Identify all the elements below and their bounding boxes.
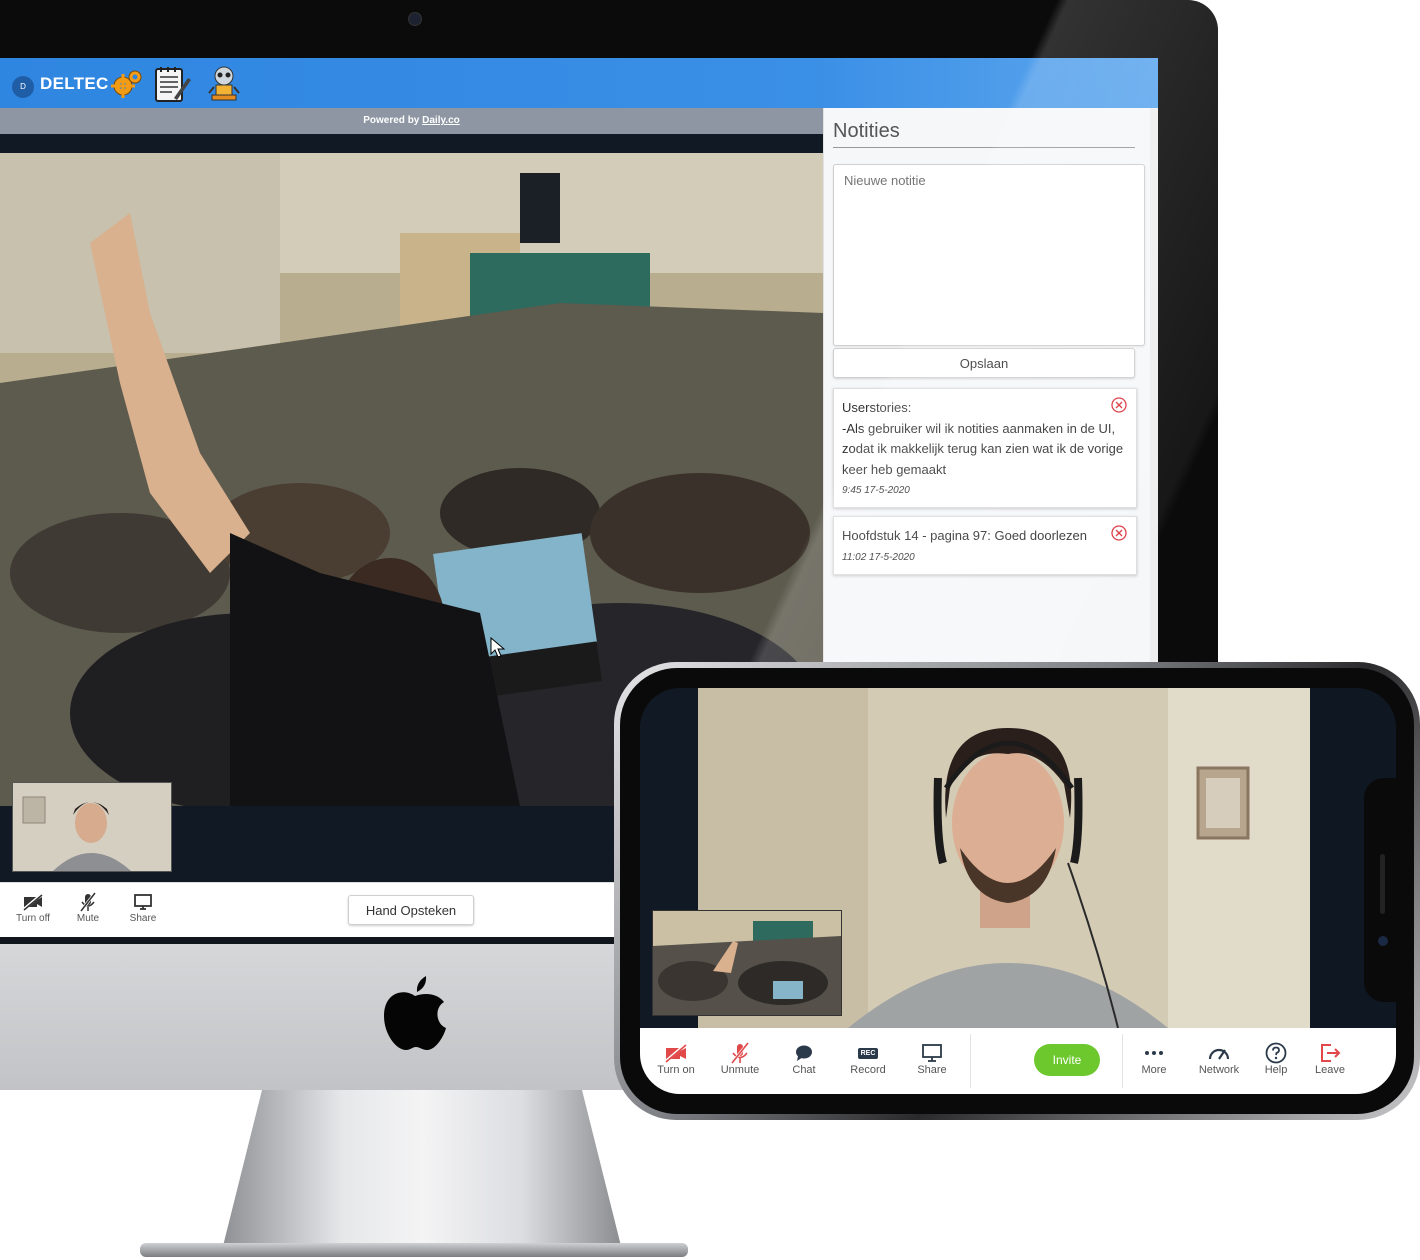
turn-on-camera-button[interactable]: Turn on (646, 1042, 706, 1076)
note-timestamp: 9:45 17-5-2020 (842, 485, 910, 496)
notes-panel: Notities Opslaan Userstories: -Als gebru… (823, 108, 1158, 718)
brand-name: DELTEC (40, 74, 109, 93)
new-note-input[interactable] (833, 164, 1145, 346)
mute-button[interactable]: Mute (66, 891, 110, 924)
turn-on-label: Turn on (657, 1064, 695, 1076)
chat-label: Chat (792, 1064, 816, 1076)
phone-call-tray: Turn on Unmute Chat REC Record Share Inv… (640, 1028, 1396, 1094)
microphone-off-icon (710, 1042, 770, 1064)
help-button[interactable]: Help (1246, 1042, 1306, 1076)
share-screen-button[interactable]: Share (902, 1042, 962, 1076)
save-note-button[interactable]: Opslaan (833, 348, 1135, 378)
raise-hand-button[interactable]: Hand Opsteken (348, 895, 474, 925)
turn-off-camera-button[interactable]: Turn off (11, 891, 55, 924)
camera-off-icon (646, 1042, 706, 1064)
camera-off-icon (11, 891, 55, 913)
network-label: Network (1198, 1064, 1240, 1076)
help-question-icon (1246, 1042, 1306, 1064)
monitor-icon (902, 1042, 962, 1064)
robot-icon[interactable] (204, 64, 244, 104)
powered-by-prefix: Powered by (363, 115, 423, 126)
imac-chin (0, 944, 640, 1090)
app-header: D DELTEC (0, 58, 1158, 108)
imac-camera (408, 12, 422, 26)
desktop-call-controls: Turn off Mute Share Hand Opsteken (0, 882, 614, 937)
delete-note-icon[interactable] (1111, 525, 1127, 541)
network-button[interactable]: Network (1189, 1042, 1249, 1076)
share-screen-button[interactable]: Share (121, 891, 165, 924)
record-label: Record (850, 1064, 886, 1076)
local-self-view (12, 782, 172, 872)
unmute-label: Unmute (720, 1064, 760, 1076)
mouse-cursor-icon (490, 637, 506, 658)
note-item: Hoofdstuk 14 - pagina 97: Goed doorlezen… (833, 516, 1137, 575)
notepad-icon[interactable] (152, 64, 192, 104)
more-button[interactable]: More (1124, 1042, 1184, 1076)
phone-speaker (1380, 854, 1385, 914)
delete-note-icon[interactable] (1111, 397, 1127, 413)
note-item: Userstories: -Als gebruiker wil ik notit… (833, 388, 1137, 508)
leave-exit-icon (1300, 1042, 1360, 1064)
notes-scrollbar[interactable] (1150, 108, 1158, 718)
monitor-icon (121, 891, 165, 913)
record-button[interactable]: REC Record (838, 1042, 898, 1076)
more-dots-icon (1124, 1042, 1184, 1064)
leave-label: Leave (1315, 1064, 1345, 1076)
imac-stand-foot (140, 1243, 688, 1257)
imac-stand (222, 1090, 622, 1250)
powered-by-link[interactable]: Daily.co (422, 115, 460, 126)
powered-by-bar: Powered by Daily.co (0, 108, 823, 134)
help-label: Help (1264, 1064, 1288, 1076)
record-badge: REC (857, 1047, 879, 1059)
share-label: Share (129, 913, 157, 924)
note-timestamp: 11:02 17-5-2020 (842, 551, 915, 563)
leave-button[interactable]: Leave (1300, 1042, 1360, 1076)
speedometer-icon (1189, 1042, 1249, 1064)
invite-button[interactable]: Invite (1034, 1044, 1100, 1076)
gear-icon[interactable] (106, 64, 146, 104)
phone-screen: Turn on Unmute Chat REC Record Share Inv… (640, 688, 1396, 1094)
share-label: Share (917, 1064, 947, 1076)
more-label: More (1141, 1064, 1167, 1076)
tray-divider (1122, 1034, 1123, 1088)
tray-divider (970, 1034, 971, 1088)
note-text: Userstories: -Als gebruiker wil ik notit… (842, 400, 1124, 477)
pip-lecture-video (652, 910, 842, 1016)
chat-bubble-icon (774, 1042, 834, 1064)
phone-front-camera (1378, 936, 1388, 946)
chat-button[interactable]: Chat (774, 1042, 834, 1076)
note-text: Hoofdstuk 14 - pagina 97: Goed doorlezen (842, 528, 1088, 543)
record-icon: REC (838, 1042, 898, 1064)
unmute-button[interactable]: Unmute (710, 1042, 770, 1076)
apple-logo-icon (384, 976, 446, 1050)
notes-title: Notities (833, 120, 1135, 148)
mute-label: Mute (76, 913, 100, 924)
microphone-off-icon (66, 891, 110, 913)
brand-logo-icon: D (12, 76, 34, 98)
turn-off-label: Turn off (16, 913, 50, 924)
